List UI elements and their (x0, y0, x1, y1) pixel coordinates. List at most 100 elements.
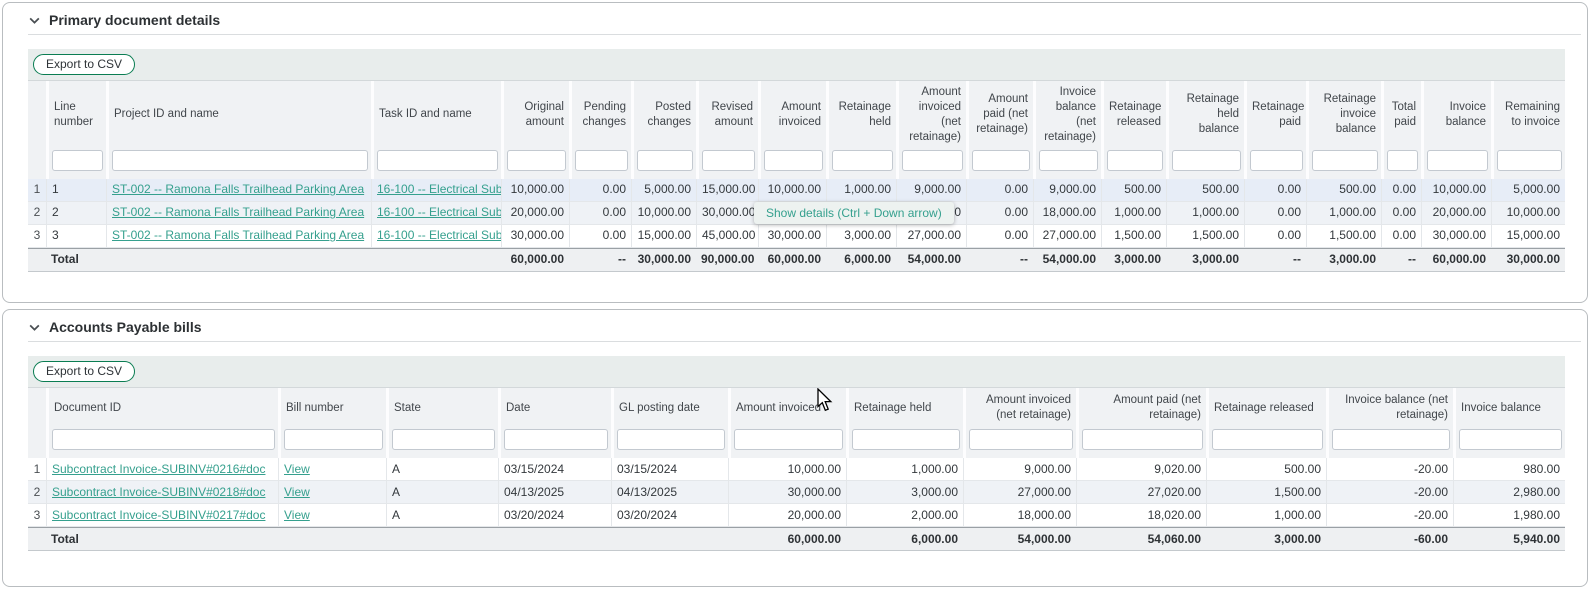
column-header-invoice-balance[interactable]: Invoice balance (1421, 81, 1491, 149)
table-row[interactable]: 2Subcontract Invoice-SUBINV#0218#docView… (28, 481, 1565, 504)
column-header-retainage-held[interactable]: Retainage held (846, 388, 963, 428)
filter-input-invoice-balance[interactable] (1427, 150, 1488, 171)
bill-number-cell: View (278, 504, 386, 527)
document-id-link[interactable]: Subcontract Invoice-SUBINV#0218#doc (52, 485, 265, 499)
column-header-invoice-balance-net[interactable]: Invoice balance (net retainage) (1033, 81, 1101, 149)
column-header-amount-invoiced-net[interactable]: Amount invoiced (net retainage) (896, 81, 966, 149)
column-header-document-id[interactable]: Document ID (46, 388, 278, 428)
grid-toolbar: Export to CSV (28, 49, 1565, 81)
filter-input-amount-paid-net[interactable] (972, 150, 1030, 171)
invoice-balance-cell: 20,000.00 (1421, 202, 1491, 225)
column-header-task[interactable]: Task ID and name (371, 81, 501, 149)
column-header-retainage-released[interactable]: Retainage released (1101, 81, 1166, 149)
retainage-released-cell: 500.00 (1101, 179, 1166, 202)
remaining-to-invoice-cell: 15,000.00 (1491, 225, 1565, 248)
project-link[interactable]: ST-002 -- Ramona Falls Trailhead Parking… (112, 228, 364, 242)
filter-input-retainage-invoice-balance[interactable] (1312, 150, 1378, 171)
bill-number-link[interactable]: View (284, 462, 310, 476)
column-header-gl-posting-date[interactable]: GL posting date (611, 388, 728, 428)
column-header-retainage-paid[interactable]: Retainage paid (1244, 81, 1306, 149)
table-row[interactable]: 3Subcontract Invoice-SUBINV#0217#docView… (28, 504, 1565, 527)
filter-input-amount-invoiced[interactable] (734, 429, 843, 450)
task-link[interactable]: 16-100 -- Electrical Sub (377, 228, 501, 242)
filter-input-state[interactable] (392, 429, 495, 450)
table-row[interactable]: 1Subcontract Invoice-SUBINV#0216#docView… (28, 458, 1565, 481)
task-link[interactable]: 16-100 -- Electrical Sub (377, 182, 501, 196)
column-header-pending-changes[interactable]: Pending changes (569, 81, 631, 149)
chevron-down-icon[interactable] (28, 321, 41, 334)
project-link[interactable]: ST-002 -- Ramona Falls Trailhead Parking… (112, 182, 364, 196)
retainage-held-cell: 3,000.00 (826, 225, 896, 248)
bill-number-link[interactable]: View (284, 508, 310, 522)
filter-input-document-id[interactable] (52, 429, 275, 450)
filter-input-amount-invoiced-net[interactable] (902, 150, 963, 171)
accounts-payable-bills-panel: Accounts Payable bills Export to CSV Doc… (2, 309, 1588, 587)
filter-input-retainage-held[interactable] (852, 429, 960, 450)
filter-input-total-paid[interactable] (1387, 150, 1418, 171)
filter-input-invoice-balance-net[interactable] (1039, 150, 1098, 171)
column-header-invoice-balance-net[interactable]: Invoice balance (net retainage) (1326, 388, 1453, 428)
column-header-line-number[interactable]: Line number (46, 81, 106, 149)
filter-input-retainage-paid[interactable] (1250, 150, 1303, 171)
filter-input-project[interactable] (112, 150, 368, 171)
filter-input-invoice-balance[interactable] (1459, 429, 1562, 450)
column-header-state[interactable]: State (386, 388, 498, 428)
document-id-link[interactable]: Subcontract Invoice-SUBINV#0216#doc (52, 462, 265, 476)
filter-input-retainage-released[interactable] (1212, 429, 1323, 450)
export-to-csv-button[interactable]: Export to CSV (33, 361, 135, 382)
bill-number-link[interactable]: View (284, 485, 310, 499)
filter-input-task[interactable] (377, 150, 498, 171)
column-header-invoice-balance[interactable]: Invoice balance (1453, 388, 1565, 428)
total-amount-paid-net-cell: -- (966, 248, 1033, 272)
table-row[interactable]: 11ST-002 -- Ramona Falls Trailhead Parki… (28, 179, 1565, 202)
filter-input-bill-number[interactable] (284, 429, 383, 450)
column-header-revised-amount[interactable]: Revised amount (696, 81, 758, 149)
column-header-retainage-held[interactable]: Retainage held (826, 81, 896, 149)
document-id-link[interactable]: Subcontract Invoice-SUBINV#0217#doc (52, 508, 265, 522)
column-header-date[interactable]: Date (498, 388, 611, 428)
invoice-balance-cell: 980.00 (1453, 458, 1565, 481)
column-header-original-amount[interactable]: Original amount (501, 81, 569, 149)
filter-input-posted-changes[interactable] (637, 150, 693, 171)
total-invoice-balance-cell: 60,000.00 (1421, 248, 1491, 272)
filter-input-original-amount[interactable] (507, 150, 566, 171)
column-header-posted-changes[interactable]: Posted changes (631, 81, 696, 149)
filter-input-retainage-released[interactable] (1107, 150, 1163, 171)
filter-input-remaining-to-invoice[interactable] (1497, 150, 1562, 171)
gl-posting-date-cell: 03/15/2024 (611, 458, 728, 481)
revised-amount-cell: 15,000.00 (696, 179, 758, 202)
chevron-down-icon[interactable] (28, 14, 41, 27)
filter-input-invoice-balance-net[interactable] (1332, 429, 1450, 450)
column-header-retainage-held-balance[interactable]: Retainage held balance (1166, 81, 1244, 149)
export-to-csv-button[interactable]: Export to CSV (33, 54, 135, 75)
table-row[interactable]: 33ST-002 -- Ramona Falls Trailhead Parki… (28, 225, 1565, 248)
column-header-amount-paid-net[interactable]: Amount paid (net retainage) (966, 81, 1033, 149)
column-header-bill-number[interactable]: Bill number (278, 388, 386, 428)
filter-input-revised-amount[interactable] (702, 150, 755, 171)
filter-input-gl-posting-date[interactable] (617, 429, 725, 450)
project-link[interactable]: ST-002 -- Ramona Falls Trailhead Parking… (112, 205, 364, 219)
column-header-retainage-released[interactable]: Retainage released (1206, 388, 1326, 428)
invoice-balance-cell: 10,000.00 (1421, 179, 1491, 202)
column-header-total-paid[interactable]: Total paid (1381, 81, 1421, 149)
filter-cell-pending-changes (569, 149, 631, 179)
filter-input-retainage-held[interactable] (832, 150, 893, 171)
filter-input-amount-invoiced-net[interactable] (969, 429, 1073, 450)
filter-input-amount-paid-net[interactable] (1082, 429, 1203, 450)
retainage-held-balance-cell: 500.00 (1166, 179, 1244, 202)
total-document-id-cell: Total (46, 527, 278, 551)
filter-input-line-number[interactable] (52, 150, 103, 171)
column-header-retainage-invoice-balance[interactable]: Retainage invoice balance (1306, 81, 1381, 149)
filter-input-retainage-held-balance[interactable] (1172, 150, 1241, 171)
column-header-amount-paid-net[interactable]: Amount paid (net retainage) (1076, 388, 1206, 428)
column-header-remaining-to-invoice[interactable]: Remaining to invoice (1491, 81, 1565, 149)
column-header-amount-invoiced-net[interactable]: Amount invoiced (net retainage) (963, 388, 1076, 428)
row-number: 3 (28, 225, 46, 248)
column-header-amount-invoiced[interactable]: Amount invoiced (758, 81, 826, 149)
task-link[interactable]: 16-100 -- Electrical Sub (377, 205, 501, 219)
filter-input-amount-invoiced[interactable] (764, 150, 823, 171)
column-header-project[interactable]: Project ID and name (106, 81, 371, 149)
total-invoice-balance-net-cell: 54,000.00 (1033, 248, 1101, 272)
filter-input-pending-changes[interactable] (575, 150, 628, 171)
filter-input-date[interactable] (504, 429, 608, 450)
